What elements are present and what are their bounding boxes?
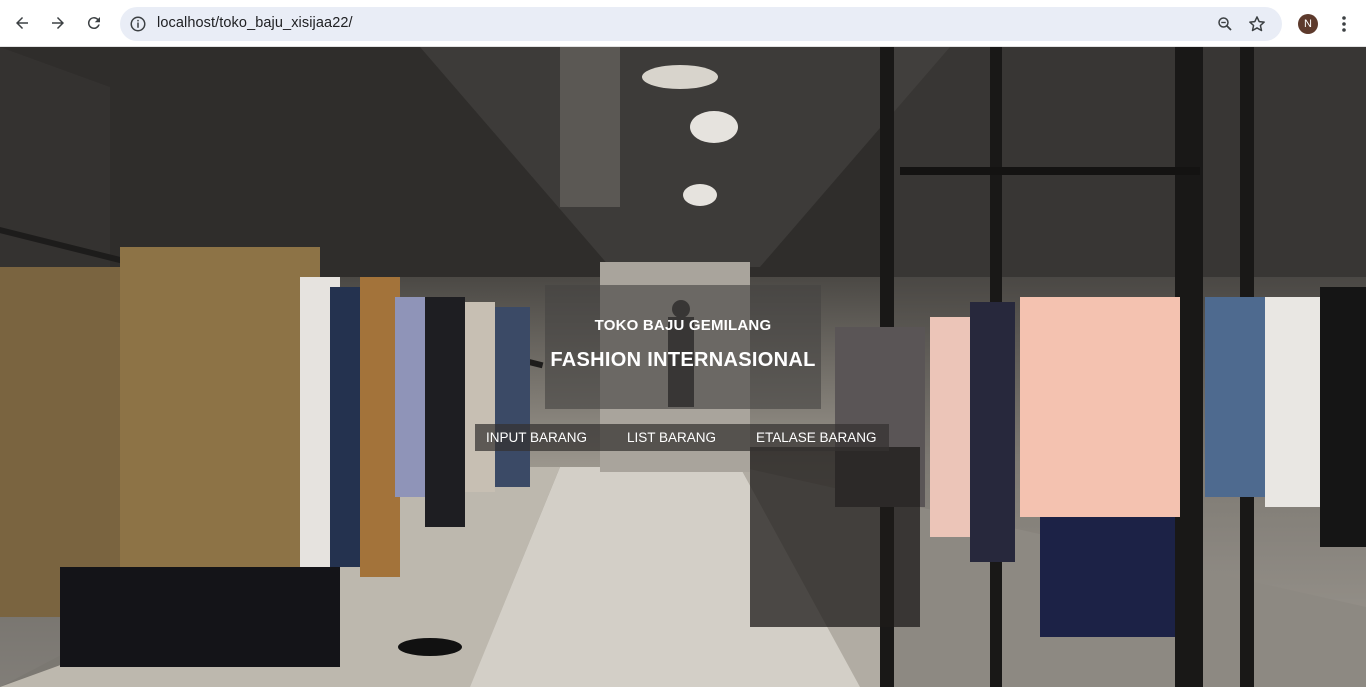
- nav-list-barang[interactable]: LIST BARANG: [627, 430, 716, 445]
- star-icon[interactable]: [1247, 14, 1267, 34]
- back-button[interactable]: [9, 10, 35, 36]
- store-title-box: TOKO BAJU GEMILANG FASHION INTERNASIONAL: [545, 285, 821, 409]
- back-arrow-icon: [16, 17, 28, 29]
- nav-input-barang[interactable]: INPUT BARANG: [486, 430, 587, 445]
- kebab-menu-icon[interactable]: [1334, 13, 1354, 35]
- profile-initial: N: [1304, 18, 1312, 30]
- forward-button[interactable]: [45, 10, 71, 36]
- address-bar[interactable]: localhost/toko_baju_xisijaa22/: [120, 7, 1282, 41]
- url-text[interactable]: localhost/toko_baju_xisijaa22/: [157, 15, 353, 31]
- reload-icon: [87, 17, 100, 30]
- store-name: TOKO BAJU GEMILANG: [594, 317, 772, 334]
- store-tagline: FASHION INTERNASIONAL: [550, 349, 816, 371]
- reload-button[interactable]: [81, 10, 107, 36]
- forward-arrow-icon: [52, 17, 64, 29]
- nav-etalase-barang[interactable]: ETALASE BARANG: [756, 430, 877, 445]
- page-viewport: TOKO BAJU GEMILANG FASHION INTERNASIONAL…: [0, 47, 1366, 687]
- browser-toolbar: localhost/toko_baju_xisijaa22/ N: [0, 0, 1366, 47]
- zoom-icon[interactable]: [1216, 15, 1234, 33]
- main-nav: INPUT BARANG LIST BARANG ETALASE BARANG: [475, 424, 889, 451]
- profile-avatar[interactable]: N: [1298, 14, 1318, 34]
- site-info-icon[interactable]: [129, 15, 147, 33]
